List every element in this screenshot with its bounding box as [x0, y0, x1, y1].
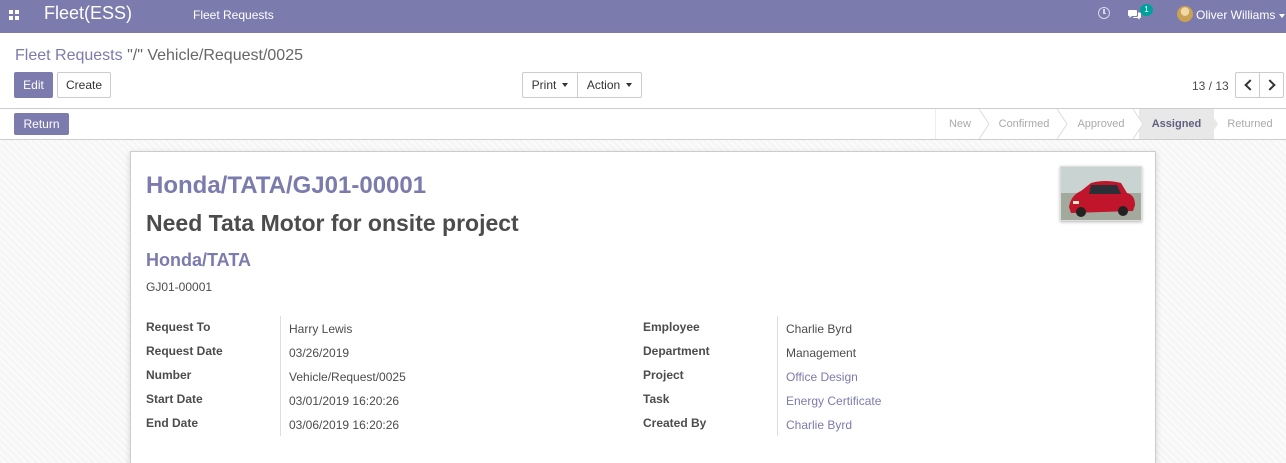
field-request-to: Request To Harry Lewis	[146, 316, 626, 340]
field-divider	[777, 364, 778, 388]
field-divider	[280, 364, 281, 388]
chevron-down-icon[interactable]	[1279, 14, 1285, 18]
pager-next-button[interactable]	[1259, 72, 1284, 98]
field-label: Request Date	[146, 344, 223, 358]
return-button[interactable]: Return	[14, 113, 69, 135]
action-dropdown[interactable]: Action	[577, 72, 642, 98]
caret-down-icon	[562, 82, 569, 87]
stage-returned: Returned	[1227, 118, 1273, 130]
field-label: Number	[146, 368, 192, 382]
stage-separator	[979, 109, 990, 139]
field-divider	[280, 388, 281, 412]
field-divider	[777, 412, 778, 436]
task-link[interactable]: Energy Certificate	[786, 394, 881, 408]
stage-separator	[935, 109, 936, 139]
car-picture	[1061, 167, 1141, 220]
field-number: Number Vehicle/Request/0025	[146, 364, 626, 388]
field-divider	[777, 316, 778, 340]
pager-value[interactable]: 13 / 13	[1192, 79, 1229, 93]
top-navbar: Fleet(ESS) Fleet Requests 1 Oliver Willi…	[0, 0, 1286, 33]
field-value: 03/01/2019 16:20:26	[289, 394, 400, 408]
form-statusbar: Return New Confirmed Approved Assigned R…	[0, 108, 1286, 140]
field-value: Harry Lewis	[289, 322, 353, 336]
action-label: Action	[586, 78, 621, 92]
field-label: End Date	[146, 416, 199, 430]
caret-down-icon	[626, 82, 633, 87]
field-divider	[777, 388, 778, 412]
apps-grid-icon[interactable]	[9, 10, 20, 21]
stage-separator	[1057, 109, 1068, 139]
menu-fleet-requests[interactable]: Fleet Requests	[193, 8, 274, 22]
form-sheet: Honda/TATA/GJ01-00001 Need Tata Motor fo…	[130, 151, 1156, 463]
user-avatar[interactable]	[1177, 6, 1193, 22]
user-menu-name[interactable]: Oliver Williams	[1196, 8, 1275, 22]
breadcrumb: Fleet Requests "/" Vehicle/Request/0025	[15, 47, 303, 65]
field-project: Project Office Design	[643, 364, 1123, 388]
chevron-right-icon	[1264, 79, 1276, 91]
print-dropdown[interactable]: Print	[522, 72, 578, 98]
field-created-by: Created By Charlie Byrd	[643, 412, 1123, 436]
vehicle-name-link[interactable]: Honda/TATA	[146, 250, 251, 271]
stage-confirmed: Confirmed	[998, 118, 1050, 130]
app-brand[interactable]: Fleet(ESS)	[44, 3, 132, 24]
chat-icon[interactable]	[1128, 10, 1141, 20]
chevron-left-icon	[1244, 79, 1256, 91]
project-link[interactable]: Office Design	[786, 370, 858, 384]
field-label: Start Date	[146, 392, 203, 406]
print-label: Print	[531, 78, 557, 92]
stage-assigned: Assigned	[1139, 109, 1214, 139]
field-value: Vehicle/Request/0025	[289, 370, 406, 384]
field-start-date: Start Date 03/01/2019 16:20:26	[146, 388, 626, 412]
breadcrumb-parent[interactable]: Fleet Requests	[15, 47, 123, 64]
record-title: Honda/TATA/GJ01-00001	[146, 172, 427, 199]
field-employee: Employee Charlie Byrd	[643, 316, 1123, 340]
breadcrumb-current: "/" Vehicle/Request/0025	[127, 47, 303, 64]
field-label: Employee	[643, 320, 700, 334]
field-task: Task Energy Certificate	[643, 388, 1123, 412]
field-value: Management	[786, 346, 857, 360]
field-department: Department Management	[643, 340, 1123, 364]
field-label: Task	[643, 392, 670, 406]
pager-previous-button[interactable]	[1235, 72, 1260, 98]
chat-count-badge: 1	[1140, 4, 1153, 16]
field-label: Request To	[146, 320, 211, 334]
stage-approved: Approved	[1077, 118, 1125, 130]
field-label: Created By	[643, 416, 707, 430]
field-divider	[280, 340, 281, 364]
vehicle-image[interactable]	[1060, 166, 1142, 221]
field-value: 03/06/2019 16:20:26	[289, 418, 400, 432]
field-end-date: End Date 03/06/2019 16:20:26	[146, 412, 626, 436]
field-label: Project	[643, 368, 684, 382]
field-divider	[777, 340, 778, 364]
activity-clock-icon[interactable]	[1098, 7, 1110, 19]
created-by-link[interactable]: Charlie Byrd	[786, 418, 852, 432]
license-plate: GJ01-00001	[146, 280, 213, 294]
field-divider	[280, 316, 281, 340]
field-label: Department	[643, 344, 710, 358]
field-divider	[280, 412, 281, 436]
stage-separator	[1208, 109, 1220, 139]
stage-separator	[1133, 109, 1144, 139]
field-request-date: Request Date 03/26/2019	[146, 340, 626, 364]
field-value: Charlie Byrd	[786, 322, 853, 336]
record-subtitle: Need Tata Motor for onsite project	[146, 210, 519, 236]
create-button[interactable]: Create	[57, 72, 111, 98]
edit-button[interactable]: Edit	[14, 72, 53, 98]
field-value: 03/26/2019	[289, 346, 350, 360]
